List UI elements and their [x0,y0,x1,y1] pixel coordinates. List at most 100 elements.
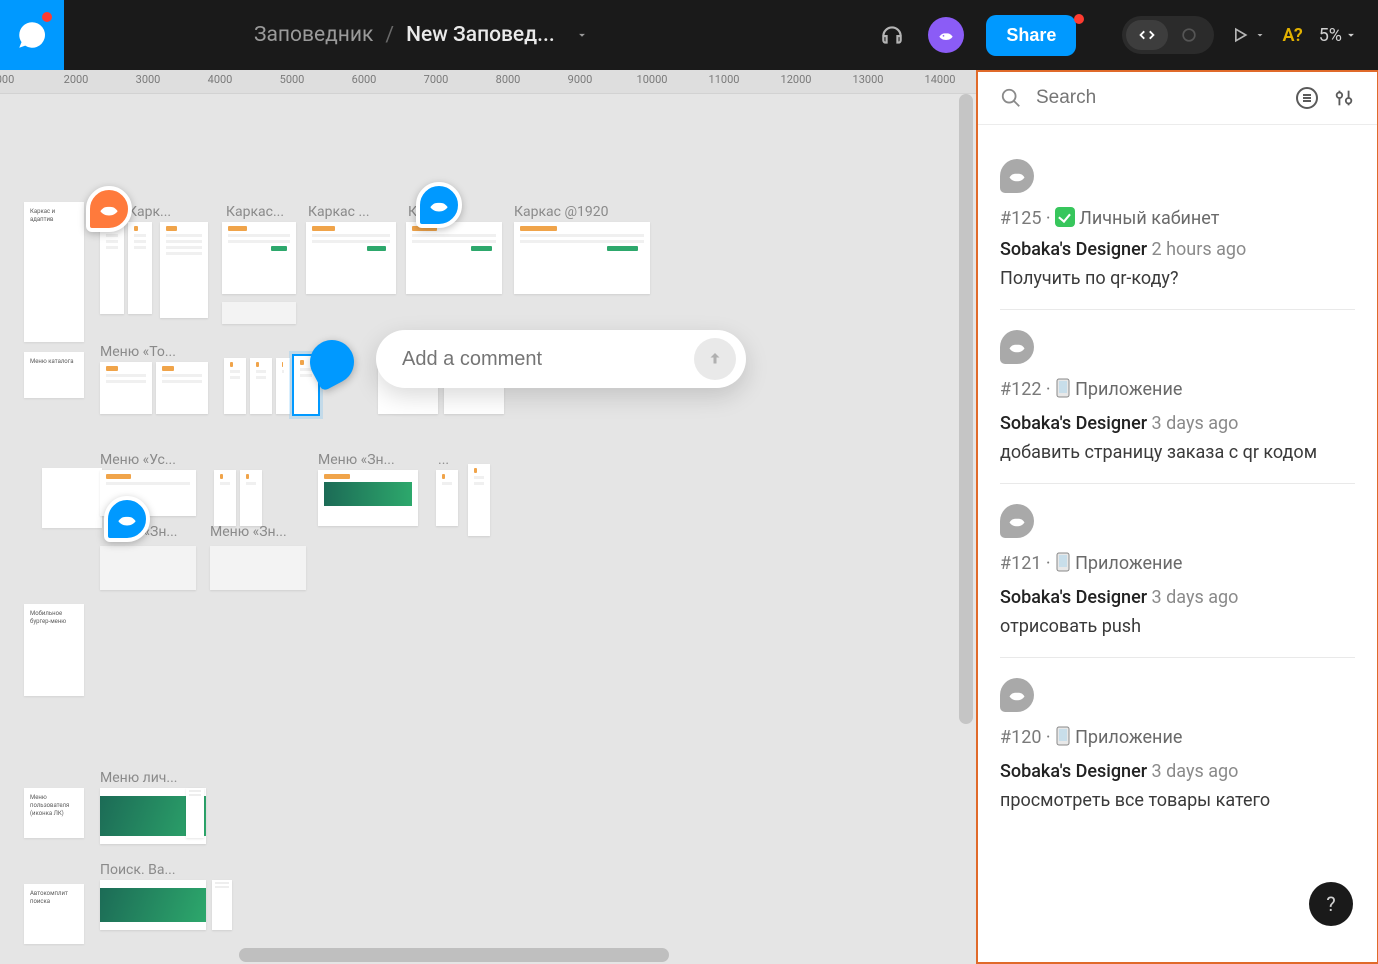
new-comment-bubble[interactable] [376,330,746,388]
frame-label[interactable]: Меню лич... [100,770,196,786]
play-button[interactable] [1230,25,1266,45]
code-toggle[interactable] [1122,16,1214,54]
horizontal-scrollbar[interactable] [0,946,956,964]
frame[interactable] [406,222,502,294]
comment-icon [15,18,49,52]
frame[interactable] [318,470,418,526]
ruler-tick: 9000 [568,73,593,86]
comment-body: отрисовать push [1000,616,1355,637]
frame-label[interactable]: Меню «Зн... [210,524,302,540]
comment-item[interactable]: #121 · Приложение Sobaka's Designer 3 da… [1000,484,1355,658]
frame[interactable] [250,358,272,414]
frame[interactable] [436,470,458,526]
app-logo[interactable] [0,0,64,70]
frame-label[interactable]: Каркас... [226,204,298,220]
frame-label[interactable]: Меню «Ус... [100,452,192,468]
ruler-tick: 2000 [64,73,89,86]
frame[interactable] [100,546,196,590]
comment-body: добавить страницу заказа с qr кодом [1000,442,1355,463]
frame[interactable] [224,358,246,414]
zoom-select[interactable]: 5% [1319,25,1358,46]
chevron-down-icon[interactable] [567,28,597,42]
design-toggle[interactable] [1168,20,1210,50]
breadcrumb-separator: / [385,23,394,47]
frame[interactable] [240,470,262,526]
section-card[interactable]: Автокомплит поиска [24,884,84,944]
section-card[interactable]: Мобильное бургер-меню [24,604,84,696]
vertical-scrollbar[interactable] [959,94,973,946]
comment-item[interactable]: #122 · Приложение Sobaka's Designer 3 da… [1000,310,1355,484]
frame[interactable] [100,880,206,930]
a-help-button[interactable]: A? [1282,25,1302,46]
code-icon[interactable] [1126,20,1168,50]
frame-label[interactable]: Меню «То... [100,344,192,360]
breadcrumb: Заповедник / New Заповед... [64,23,597,47]
frame-label[interactable]: Поиск. Ва... [100,862,200,878]
breadcrumb-file[interactable]: New Заповед... [406,23,555,47]
topbar-right: Share A? 5% [872,15,1378,56]
comment-id: #120 [1000,727,1041,748]
avatar[interactable] [928,17,964,53]
comment-tag: Приложение [1075,727,1182,748]
avatar [1000,159,1034,193]
canvas[interactable]: 000 2000 3000 4000 5000 6000 7000 8000 9… [0,70,978,964]
frame[interactable] [210,546,306,590]
comment-item[interactable]: #120 · Приложение Sobaka's Designer 3 da… [1000,658,1355,831]
workspace: 000 2000 3000 4000 5000 6000 7000 8000 9… [0,70,1378,964]
search-input[interactable] [1036,87,1281,109]
sliders-icon[interactable] [1333,87,1355,109]
frame[interactable] [222,222,296,294]
frame[interactable] [468,464,490,536]
breadcrumb-project[interactable]: Заповедник [254,23,373,47]
search-row [978,72,1377,125]
comment-author: Sobaka's Designer [1000,413,1147,434]
filter-lines-icon[interactable] [1295,86,1319,110]
frame[interactable] [222,302,296,324]
new-comment-input[interactable] [402,348,694,371]
frame-label[interactable]: Карк... [128,204,188,220]
frame[interactable] [156,362,208,414]
frame[interactable] [100,222,124,314]
ruler-tick: 3000 [136,73,161,86]
frame[interactable] [306,222,396,294]
question-icon: ? [1326,892,1335,916]
frame[interactable] [128,222,152,314]
section-card[interactable]: Каркас и адаптив [24,202,84,342]
frame-label[interactable]: Меню «Зн... [318,452,410,468]
frame-label[interactable]: Каркас ... [308,204,396,220]
frame[interactable] [100,362,152,414]
share-button[interactable]: Share [986,15,1076,56]
frame[interactable] [276,358,290,414]
frame[interactable] [514,222,650,294]
section-card[interactable]: Меню каталога [24,352,84,398]
zoom-value: 5% [1319,25,1342,46]
chevron-down-icon [1344,28,1358,42]
headphones-icon[interactable] [872,15,912,55]
avatar [1000,678,1034,712]
frame[interactable] [212,880,232,930]
send-button[interactable] [694,338,736,380]
frame-label[interactable]: Каркас @1920 [514,204,634,220]
comment-time: 2 hours ago [1152,239,1247,260]
play-icon [1230,25,1250,45]
frame-label[interactable]: ... [438,452,468,468]
frame[interactable] [160,222,208,318]
side-panel: #125 · Личный кабинет Sobaka's Designer … [978,70,1378,964]
comment-item[interactable]: #125 · Личный кабинет Sobaka's Designer … [1000,139,1355,310]
help-fab[interactable]: ? [1309,882,1353,926]
comment-pin-icon[interactable] [416,182,462,228]
comment-time: 3 days ago [1152,761,1239,782]
comments-list[interactable]: #125 · Личный кабинет Sobaka's Designer … [978,125,1377,949]
comment-pin-icon[interactable] [104,496,150,542]
section-card[interactable]: Меню пользователя (иконка ЛК) [24,788,84,838]
ruler-tick: 12000 [781,73,812,86]
frame[interactable] [186,788,204,838]
frame[interactable] [214,470,236,526]
avatar [1000,504,1034,538]
comment-pin-icon[interactable] [86,186,132,232]
ruler-tick: 000 [0,73,14,86]
section-card[interactable] [42,468,102,528]
topbar: Заповедник / New Заповед... Share A? [0,0,1378,70]
comment-author: Sobaka's Designer [1000,239,1147,260]
comment-body: Получить по qr-коду? [1000,268,1355,289]
